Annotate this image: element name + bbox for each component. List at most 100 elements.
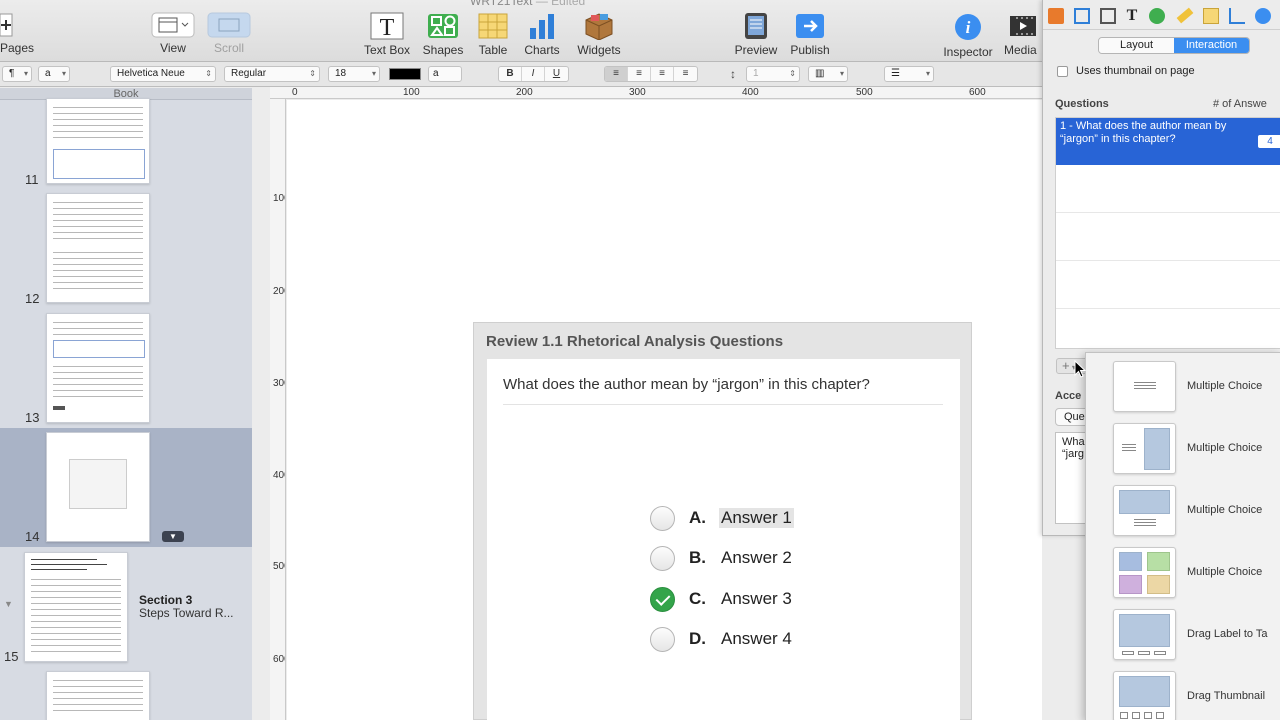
- columns-icon: ▥: [815, 68, 825, 79]
- highlight-color-button[interactable]: a: [428, 66, 462, 82]
- page-number-14: 14: [25, 529, 40, 544]
- text-inspector-icon[interactable]: T: [1124, 8, 1140, 24]
- view-label: View: [160, 41, 186, 55]
- answer-letter: D.: [689, 629, 706, 648]
- inspector-label: Inspector: [943, 45, 993, 59]
- list-style-menu[interactable]: ☰ ▾: [884, 66, 934, 82]
- preview-button[interactable]: Preview: [731, 12, 781, 57]
- table-button[interactable]: Table: [473, 12, 513, 57]
- drag-thumbnail-icon: [1113, 671, 1176, 720]
- page-thumbnail-15[interactable]: [24, 552, 128, 662]
- table-inspector-icon[interactable]: [1203, 8, 1219, 24]
- line-spacing-field[interactable]: 1 ⇕: [746, 66, 800, 82]
- scroll-button[interactable]: Scroll: [206, 12, 252, 55]
- columns-menu[interactable]: ▥ ▾: [808, 66, 848, 82]
- page-thumbnail-16[interactable]: [46, 671, 150, 720]
- question-row-selected[interactable]: 1 - What does the author mean by “jargon…: [1056, 118, 1280, 165]
- align-justify-icon[interactable]: ≡: [674, 67, 697, 81]
- font-family-menu[interactable]: Helvetica Neue ⇕: [110, 66, 216, 82]
- mouse-pointer-icon: [1074, 360, 1086, 378]
- answer-option-d[interactable]: D. Answer 4: [650, 626, 794, 652]
- menu-item-drag-label-to-target[interactable]: Drag Label to Ta: [1086, 609, 1280, 665]
- answer-count-popup[interactable]: 4: [1258, 135, 1280, 148]
- table-label: Table: [478, 43, 508, 57]
- chart-inspector-icon[interactable]: [1229, 8, 1245, 24]
- ruler-label: 300: [629, 87, 646, 98]
- review-widget[interactable]: Review 1.1 Rhetorical Analysis Questions…: [473, 322, 972, 720]
- widget-inspector-icon[interactable]: [1255, 8, 1271, 24]
- text-box-label: Text Box: [363, 43, 411, 57]
- view-button[interactable]: View: [150, 12, 196, 55]
- answer-letter: C.: [689, 589, 706, 608]
- ruler-label: 300: [273, 378, 285, 389]
- wrap-inspector-icon[interactable]: [1100, 8, 1116, 24]
- radio-button[interactable]: [650, 626, 675, 652]
- disclosure-triangle-icon[interactable]: ▼: [4, 599, 13, 609]
- charts-button[interactable]: Charts: [519, 12, 565, 57]
- thumbnail-checkbox[interactable]: [1057, 65, 1068, 77]
- checkmark-icon[interactable]: [650, 586, 675, 612]
- answer-text[interactable]: Answer 2: [719, 548, 794, 568]
- text-box-icon: T: [370, 12, 404, 40]
- tab-layout[interactable]: Layout: [1099, 38, 1174, 53]
- thumbnail-option[interactable]: Uses thumbnail on page: [1057, 65, 1195, 77]
- highlight-icon: a: [433, 68, 439, 79]
- page-menu-chevron-icon[interactable]: ▼: [162, 531, 184, 542]
- answer-text[interactable]: Answer 3: [719, 589, 794, 609]
- menu-item-multiple-choice-image-grid[interactable]: Multiple Choice: [1086, 547, 1280, 603]
- answer-option-c[interactable]: C. Answer 3: [650, 586, 794, 612]
- menu-item-multiple-choice-top-image[interactable]: Multiple Choice: [1086, 485, 1280, 541]
- list-icon: ☰: [891, 68, 900, 79]
- align-right-icon[interactable]: ≡: [651, 67, 674, 81]
- ruler-label: 400: [273, 470, 285, 481]
- answer-option-b[interactable]: B. Answer 2: [650, 545, 794, 571]
- graphic-inspector-icon[interactable]: [1149, 8, 1165, 24]
- divider: [503, 404, 943, 405]
- underline-button[interactable]: U: [545, 67, 568, 81]
- answer-option-a[interactable]: A. Answer 1: [650, 505, 794, 531]
- document-name: WRT21Text: [470, 0, 533, 8]
- publish-button[interactable]: Publish: [787, 12, 833, 57]
- italic-button[interactable]: I: [522, 67, 545, 81]
- character-style-menu[interactable]: a ▾: [38, 66, 70, 82]
- page-thumbnail-11[interactable]: [46, 98, 150, 184]
- paragraph-style-menu[interactable]: ¶ ▾: [2, 66, 32, 82]
- tab-interaction[interactable]: Interaction: [1174, 38, 1249, 53]
- metrics-inspector-icon[interactable]: [1176, 7, 1194, 24]
- widgets-button[interactable]: Widgets: [572, 12, 626, 57]
- page-number-11: 11: [25, 172, 39, 187]
- shapes-button[interactable]: Shapes: [419, 12, 467, 57]
- font-size-field[interactable]: 18 ▾: [328, 66, 380, 82]
- alignment-buttons: ≡ ≡ ≡ ≡: [604, 66, 698, 82]
- widget-title: Review 1.1 Rhetorical Analysis Questions: [486, 333, 784, 350]
- answer-text[interactable]: Answer 1: [719, 508, 794, 528]
- pages-button[interactable]: Pages: [0, 12, 40, 55]
- text-color-well[interactable]: [389, 68, 421, 80]
- font-weight-menu[interactable]: Regular ⇕: [224, 66, 320, 82]
- radio-button[interactable]: [650, 505, 675, 531]
- font-size-value: 18: [335, 68, 347, 79]
- page-thumbnail-12[interactable]: [46, 193, 150, 303]
- text-box-button[interactable]: T Text Box: [360, 12, 414, 57]
- page-thumbnail-13[interactable]: [46, 313, 150, 423]
- question-row-empty: [1056, 165, 1280, 213]
- questions-list[interactable]: 1 - What does the author mean by “jargon…: [1055, 117, 1280, 349]
- align-center-icon[interactable]: ≡: [628, 67, 651, 81]
- menu-item-multiple-choice-side-image[interactable]: Multiple Choice: [1086, 423, 1280, 479]
- page-thumbnail-14[interactable]: [46, 432, 150, 542]
- radio-button[interactable]: [650, 545, 675, 571]
- preview-label: Preview: [734, 43, 778, 57]
- layout-inspector-icon[interactable]: [1074, 8, 1090, 24]
- svg-text:T: T: [380, 15, 395, 40]
- bold-button[interactable]: B: [499, 67, 522, 81]
- inspector-button[interactable]: i Inspector: [938, 12, 998, 59]
- ruler-label: 200: [516, 87, 533, 98]
- font-family-value: Helvetica Neue: [117, 68, 185, 79]
- menu-item-drag-thumbnail[interactable]: Drag Thumbnail: [1086, 671, 1280, 720]
- answer-text[interactable]: Answer 4: [719, 629, 794, 649]
- question-row-empty: [1056, 261, 1280, 309]
- menu-item-multiple-choice-text[interactable]: Multiple Choice: [1086, 361, 1280, 417]
- document-inspector-icon[interactable]: [1048, 8, 1064, 24]
- align-left-icon[interactable]: ≡: [605, 67, 628, 81]
- media-button[interactable]: Media: [1004, 12, 1042, 57]
